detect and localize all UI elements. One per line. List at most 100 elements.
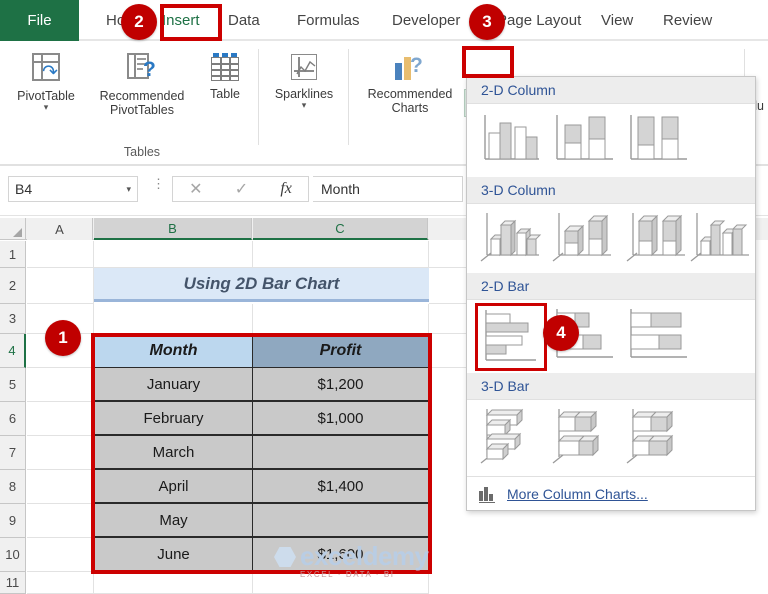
sheet-title-cell[interactable]: Using 2D Bar Chart: [94, 268, 429, 302]
cell-d1[interactable]: [429, 241, 469, 268]
cell-a1[interactable]: [27, 241, 94, 268]
cell-c3[interactable]: [253, 304, 429, 334]
cell-c1[interactable]: [253, 241, 429, 268]
tab-data[interactable]: Data: [228, 0, 260, 41]
column-header-c[interactable]: C: [253, 218, 428, 240]
tab-view[interactable]: View: [601, 0, 633, 41]
select-all-corner[interactable]: [0, 218, 26, 240]
row-header-2[interactable]: 2: [0, 268, 26, 304]
chart-option-stacked-column[interactable]: [549, 109, 623, 171]
chevron-down-icon[interactable]: ▾: [8, 103, 84, 112]
column-header-b-label: B: [168, 220, 177, 236]
name-box[interactable]: B4 ▾: [8, 176, 138, 202]
recommended-charts-button[interactable]: ? Recommended Charts: [356, 53, 464, 115]
annotation-badge-4: 4: [543, 315, 579, 351]
ribbon-separator-2: [348, 49, 349, 145]
cell-a11[interactable]: [27, 572, 94, 594]
cell-b1[interactable]: [94, 241, 253, 268]
chart-option-3d-clustered-column[interactable]: [475, 207, 549, 269]
column-header-a[interactable]: A: [27, 218, 93, 240]
recommended-pivottables-icon: ?: [125, 53, 159, 85]
cell-d4[interactable]: [429, 334, 469, 368]
chart-option-3d-100-stacked-bar[interactable]: [623, 405, 697, 467]
row-header-5-label: 5: [8, 377, 17, 392]
confirm-icon[interactable]: ✓: [235, 179, 248, 199]
formula-input[interactable]: Month: [313, 176, 463, 202]
gallery-row-2d-column: [467, 105, 755, 175]
row-header-9[interactable]: 9: [0, 504, 26, 538]
ribbon-separator-1: [258, 49, 259, 145]
pivot-table-button[interactable]: ↷ PivotTable ▾: [8, 53, 84, 112]
gallery-section-3d-bar-label: 3-D Bar: [481, 378, 530, 394]
sparklines-button[interactable]: Sparklines ▾: [266, 53, 342, 110]
gallery-row-3d-column: [467, 205, 755, 271]
tab-file[interactable]: File: [0, 0, 79, 41]
row-header-8-label: 8: [8, 479, 17, 494]
table-icon: [208, 53, 242, 83]
tab-page-layout[interactable]: Page Layout: [497, 0, 581, 41]
gallery-row-2d-bar: [467, 301, 755, 371]
formula-bar-buttons: ✕ ✓ fx: [172, 176, 309, 202]
cell-b3[interactable]: [94, 304, 253, 334]
chart-option-100-stacked-bar[interactable]: [623, 305, 697, 367]
row-header-7[interactable]: 7: [0, 436, 26, 470]
row-header-5[interactable]: 5: [0, 368, 26, 402]
table-label: Table: [210, 87, 240, 101]
gallery-section-3d-column: 3-D Column: [467, 177, 755, 204]
annotation-badge-3: 3: [469, 4, 505, 40]
cell-d3[interactable]: [429, 304, 469, 334]
sparklines-label: Sparklines: [274, 87, 334, 101]
ribbon-tab-strip: File Home Insert Data Formulas Developer…: [0, 0, 768, 41]
more-column-charts-item[interactable]: More Column Charts...: [467, 476, 755, 510]
row-header-11[interactable]: 11: [0, 572, 26, 594]
chevron-down-icon[interactable]: ▾: [126, 184, 131, 195]
chart-option-3d-100-stacked-column[interactable]: [623, 207, 697, 269]
row-header-8[interactable]: 8: [0, 470, 26, 504]
cell-a5[interactable]: [27, 368, 94, 402]
chart-option-100-stacked-column[interactable]: [623, 109, 697, 171]
gallery-section-3d-column-label: 3-D Column: [481, 182, 556, 198]
cell-d2[interactable]: [429, 268, 469, 304]
row-header-10[interactable]: 10: [0, 538, 26, 572]
cell-c11[interactable]: [253, 572, 429, 594]
row-header-1[interactable]: 1: [0, 241, 26, 268]
group-label-tables: Tables: [123, 145, 161, 159]
tab-developer-label: Developer: [392, 12, 461, 29]
annotation-box-data-range: [91, 333, 432, 574]
table-button[interactable]: Table: [198, 53, 252, 101]
chart-option-clustered-bar[interactable]: [475, 303, 547, 371]
cell-a7[interactable]: [27, 436, 94, 470]
recommended-pivottables-button[interactable]: ? Recommended PivotTables: [88, 53, 196, 117]
chevron-down-icon[interactable]: ▾: [266, 101, 342, 110]
pivot-table-icon: ↷: [29, 53, 63, 85]
cell-a9[interactable]: [27, 504, 94, 538]
cell-a8[interactable]: [27, 470, 94, 504]
cancel-icon[interactable]: ✕: [189, 179, 202, 199]
column-header-b[interactable]: B: [94, 218, 252, 240]
row-header-6[interactable]: 6: [0, 402, 26, 436]
annotation-badge-3-label: 3: [482, 12, 492, 31]
insert-function-icon[interactable]: fx: [280, 180, 292, 198]
formula-bar-grip[interactable]: ⋮: [152, 177, 165, 190]
formula-input-value: Month: [321, 181, 360, 197]
cell-b11[interactable]: [94, 572, 253, 594]
tab-developer[interactable]: Developer: [392, 0, 460, 41]
row-header-9-label: 9: [8, 513, 17, 528]
chart-option-3d-stacked-column[interactable]: [549, 207, 623, 269]
row-header-4[interactable]: 4: [0, 334, 26, 368]
chart-option-3d-clustered-bar[interactable]: [475, 405, 549, 467]
chart-type-gallery: 2-D Column 3-D Column 2-D Bar 3-D Bar Mo…: [466, 76, 756, 511]
annotation-badge-1: 1: [45, 320, 81, 356]
chart-option-3d-stacked-bar[interactable]: [549, 405, 623, 467]
column-header-c-label: C: [335, 220, 345, 236]
chart-option-3d-column[interactable]: [689, 207, 763, 269]
cell-a10[interactable]: [27, 538, 94, 572]
tab-formulas[interactable]: Formulas: [297, 0, 360, 41]
tab-review[interactable]: Review: [663, 0, 712, 41]
cell-a6[interactable]: [27, 402, 94, 436]
cell-a2[interactable]: [27, 268, 94, 304]
tab-data-label: Data: [228, 12, 260, 29]
row-header-3[interactable]: 3: [0, 304, 26, 334]
gallery-row-3d-bar: [467, 401, 755, 473]
chart-option-clustered-column[interactable]: [475, 109, 549, 171]
